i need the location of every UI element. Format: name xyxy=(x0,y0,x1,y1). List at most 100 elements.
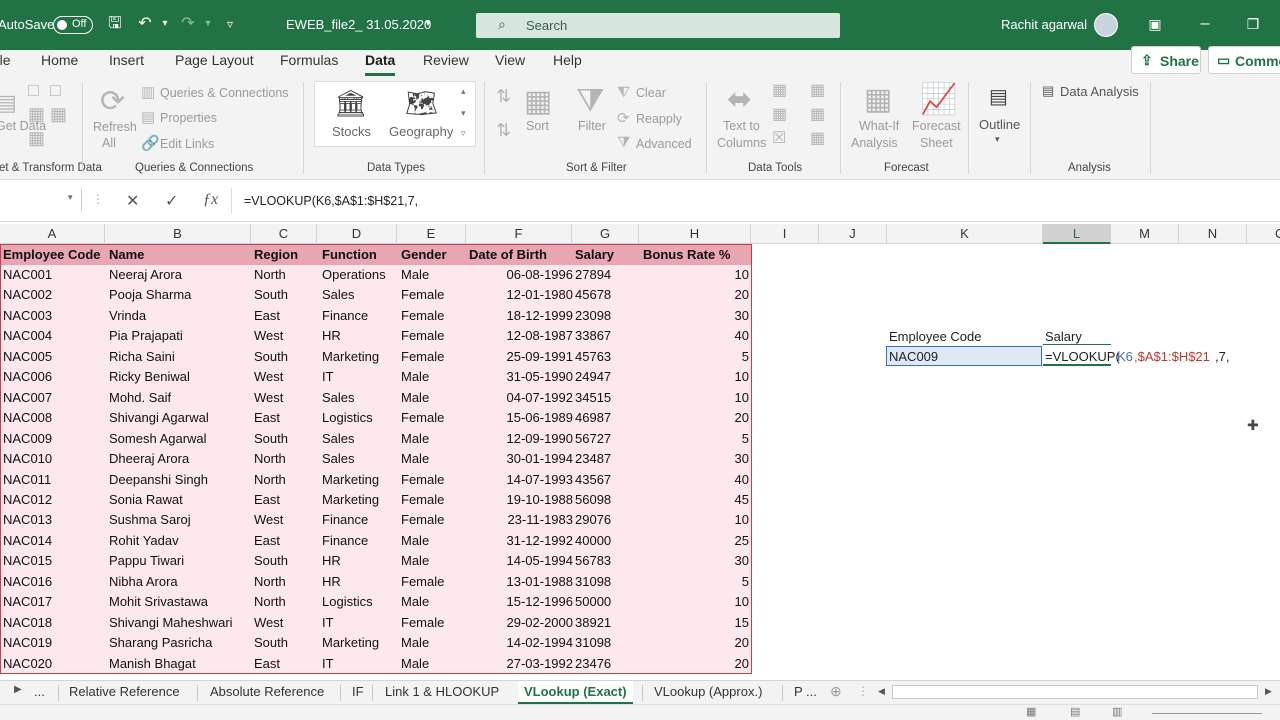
cell-date-of-birth[interactable]: 04-07-1992 xyxy=(469,388,574,408)
cell-function[interactable]: HR xyxy=(322,551,398,571)
cell-salary[interactable]: 23487 xyxy=(575,449,640,469)
undo-dropdown-icon[interactable]: ▾ xyxy=(155,14,175,34)
cell-employee-code[interactable]: NAC013 xyxy=(3,510,106,530)
cell-function[interactable]: Logistics xyxy=(322,592,398,612)
cell-function[interactable]: IT xyxy=(322,654,398,674)
avatar[interactable] xyxy=(1094,13,1118,37)
cell-employee-code[interactable]: NAC009 xyxy=(3,429,106,449)
tab-formulas[interactable]: Formulas xyxy=(280,52,338,68)
hscroll-right-icon[interactable]: ▶ xyxy=(1265,686,1272,697)
cell-function[interactable]: Sales xyxy=(322,449,398,469)
gallery-up-icon[interactable]: ▴ xyxy=(461,86,466,97)
relationships-icon[interactable]: ▦ xyxy=(810,104,825,124)
cell-region[interactable]: West xyxy=(254,510,318,530)
cell-gender[interactable]: Male xyxy=(401,592,467,612)
cell-date-of-birth[interactable]: 15-06-1989 xyxy=(469,408,574,428)
cell-function[interactable]: Marketing xyxy=(322,633,398,653)
cell-region[interactable]: West xyxy=(254,326,318,346)
tab-help[interactable]: Help xyxy=(553,52,582,68)
zoom-slider[interactable] xyxy=(1152,713,1262,714)
horizontal-scrollbar[interactable] xyxy=(892,685,1258,699)
customize-toolbar-icon[interactable]: ▿ xyxy=(220,14,240,34)
cell-date-of-birth[interactable]: 29-02-2000 xyxy=(469,613,574,633)
sheet-tab-vlookup-approx[interactable]: VLookup (Approx.) xyxy=(654,684,762,699)
autosave-toggle[interactable]: Off xyxy=(53,16,93,34)
what-if-line2[interactable]: Analysis xyxy=(851,136,898,150)
cell-region[interactable]: East xyxy=(254,531,318,551)
sheet-scroll-right-icon[interactable]: ▶ xyxy=(14,684,22,695)
cell-salary[interactable]: 33867 xyxy=(575,326,640,346)
column-header-i[interactable]: I xyxy=(751,224,819,244)
advanced-button[interactable]: Advanced xyxy=(636,137,692,151)
cell-salary[interactable]: 31098 xyxy=(575,633,640,653)
cell-salary[interactable]: 27894 xyxy=(575,265,640,285)
what-if-analysis-icon[interactable]: ▦ xyxy=(864,82,892,117)
undo-icon[interactable]: ↶ xyxy=(135,14,155,34)
cell-function[interactable]: IT xyxy=(322,613,398,633)
header-name[interactable]: Name xyxy=(109,245,252,265)
column-header-e[interactable]: E xyxy=(397,224,466,244)
redo-icon[interactable]: ↷ xyxy=(178,14,198,34)
cell-region[interactable]: East xyxy=(254,306,318,326)
sort-button[interactable]: Sort xyxy=(526,119,549,133)
new-sheet-icon[interactable]: ⊕ xyxy=(830,683,842,700)
cell-region[interactable]: South xyxy=(254,551,318,571)
ribbon-display-icon[interactable]: ▣ xyxy=(1145,14,1165,34)
cell-function[interactable]: Sales xyxy=(322,285,398,305)
restore-icon[interactable]: ❐ xyxy=(1243,14,1263,34)
cell-name[interactable]: Mohit Srivastawa xyxy=(109,592,252,612)
properties-button[interactable]: Properties xyxy=(160,111,217,125)
cell-function[interactable]: HR xyxy=(322,326,398,346)
refresh-all-label[interactable]: All xyxy=(102,136,116,150)
cell-salary[interactable]: 34515 xyxy=(575,388,640,408)
cell-name[interactable]: Richa Saini xyxy=(109,347,252,367)
column-header-a[interactable]: A xyxy=(0,224,105,244)
column-header-d[interactable]: D xyxy=(317,224,397,244)
cell-bonus-rate[interactable]: 5 xyxy=(643,429,749,449)
what-if-line1[interactable]: What-If xyxy=(859,119,899,133)
cell-date-of-birth[interactable]: 12-08-1987 xyxy=(469,326,574,346)
queries-connections-button[interactable]: Queries & Connections xyxy=(160,86,289,100)
cell-employee-code[interactable]: NAC002 xyxy=(3,285,106,305)
cell-region[interactable]: North xyxy=(254,449,318,469)
tab-splitter-icon[interactable]: ⋮ xyxy=(857,684,869,698)
hscroll-left-icon[interactable]: ◀ xyxy=(878,686,885,697)
cell-bonus-rate[interactable]: 10 xyxy=(643,367,749,387)
outline-icon[interactable]: ▤ xyxy=(989,84,1008,109)
cell-name[interactable]: Shivangi Maheshwari xyxy=(109,613,252,633)
column-header-g[interactable]: G xyxy=(572,224,639,244)
cell-date-of-birth[interactable]: 12-09-1990 xyxy=(469,429,574,449)
tab-review[interactable]: Review xyxy=(423,52,469,68)
sheet-tab-absolute-reference[interactable]: Absolute Reference xyxy=(210,684,324,699)
column-header-h[interactable]: H xyxy=(639,224,751,244)
cell-employee-code[interactable]: NAC017 xyxy=(3,592,106,612)
cell-bonus-rate[interactable]: 10 xyxy=(643,265,749,285)
cell-region[interactable]: South xyxy=(254,347,318,367)
cell-date-of-birth[interactable]: 14-05-1994 xyxy=(469,551,574,571)
tab-data[interactable]: Data xyxy=(365,52,396,76)
cell-gender[interactable]: Male xyxy=(401,265,467,285)
cell-employee-code[interactable]: NAC019 xyxy=(3,633,106,653)
cell-employee-code[interactable]: NAC006 xyxy=(3,367,106,387)
lookup-code-cell[interactable]: NAC009 xyxy=(886,346,1042,366)
forecast-sheet-icon[interactable]: 📈 xyxy=(920,82,957,117)
cell-name[interactable]: Neeraj Arora xyxy=(109,265,252,285)
cell-region[interactable]: North xyxy=(254,592,318,612)
cell-employee-code[interactable]: NAC003 xyxy=(3,306,106,326)
cancel-icon[interactable]: ✕ xyxy=(126,191,139,211)
cell-salary[interactable]: 43567 xyxy=(575,470,640,490)
cell-employee-code[interactable]: NAC001 xyxy=(3,265,106,285)
cell-region[interactable]: West xyxy=(254,367,318,387)
column-header-j[interactable]: J xyxy=(819,224,887,244)
remove-duplicates-icon[interactable]: ▦ xyxy=(772,104,787,124)
outline-button[interactable]: Outline xyxy=(979,117,1020,132)
sort-icon[interactable]: ▦ xyxy=(524,84,552,119)
cell-salary[interactable]: 56727 xyxy=(575,429,640,449)
cell-name[interactable]: Dheeraj Arora xyxy=(109,449,252,469)
header-date-of-birth[interactable]: Date of Birth xyxy=(469,245,573,265)
cell-name[interactable]: Pooja Sharma xyxy=(109,285,252,305)
cell-function[interactable]: Sales xyxy=(322,429,398,449)
cell-name[interactable]: Rohit Yadav xyxy=(109,531,252,551)
cell-function[interactable]: IT xyxy=(322,367,398,387)
name-box[interactable]: ▾ xyxy=(0,189,82,211)
